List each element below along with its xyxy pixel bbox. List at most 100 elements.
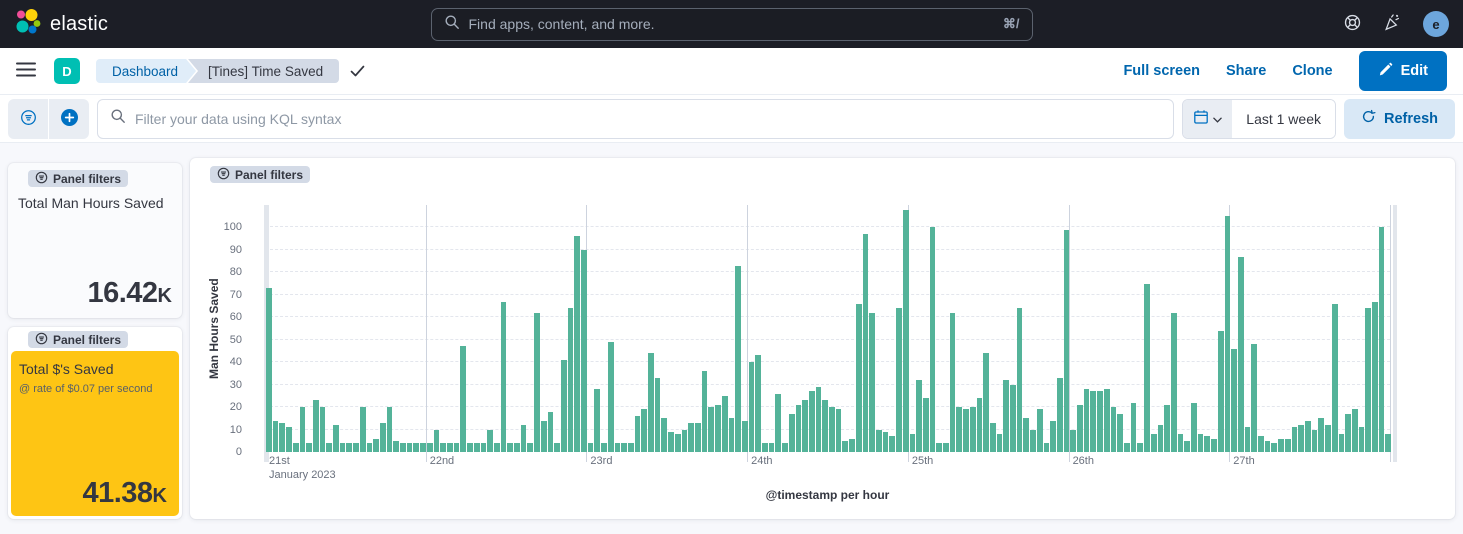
bar — [487, 430, 493, 452]
edit-button[interactable]: Edit — [1359, 51, 1447, 91]
refresh-button[interactable]: Refresh — [1344, 99, 1455, 139]
x-tick-label: 23rd — [586, 455, 612, 467]
bar — [568, 308, 574, 452]
bar — [373, 439, 379, 452]
bar — [796, 405, 802, 452]
news-feed-button[interactable] — [1383, 13, 1402, 35]
bar — [1265, 441, 1271, 452]
chart-plot[interactable] — [265, 205, 1390, 452]
bar — [722, 396, 728, 452]
metric-title: Total Man Hours Saved — [18, 195, 164, 211]
bar — [279, 423, 285, 452]
filter-circle-icon — [35, 171, 48, 187]
bar — [889, 436, 895, 452]
filter-controls-group — [8, 99, 89, 139]
y-tick-label: 40 — [202, 355, 242, 369]
x-tick-label: 24th — [747, 455, 772, 467]
bar — [1292, 427, 1298, 452]
x-tick: 27th — [1229, 455, 1254, 467]
bar — [836, 409, 842, 452]
metric-title: Total $'s Saved — [19, 361, 171, 377]
elastic-logo[interactable]: elastic — [14, 8, 108, 40]
metric-value: 16.42K — [87, 277, 172, 310]
bar — [708, 407, 714, 452]
search-icon — [444, 14, 460, 35]
bar — [293, 443, 299, 452]
bar — [1057, 378, 1063, 452]
add-filter-button[interactable] — [49, 99, 89, 139]
chart-bars — [266, 205, 1391, 452]
bar — [769, 443, 775, 452]
clone-button[interactable]: Clone — [1292, 63, 1332, 79]
bar — [936, 443, 942, 452]
bar — [849, 439, 855, 452]
bar — [1339, 434, 1345, 452]
y-tick-label: 20 — [202, 400, 242, 414]
bar — [702, 371, 708, 452]
bar — [809, 391, 815, 452]
bar — [1332, 304, 1338, 452]
bar — [1305, 421, 1311, 452]
bar — [561, 360, 567, 452]
bar — [1131, 403, 1137, 452]
metric-value-suffix: K — [158, 285, 172, 307]
query-bar: Last 1 week Refresh — [0, 95, 1463, 143]
global-search-box[interactable]: ⌘/ — [431, 8, 1033, 41]
bar — [367, 443, 373, 452]
bar — [1111, 407, 1117, 452]
help-button[interactable] — [1343, 13, 1362, 35]
x-tick-label: 27th — [1229, 455, 1254, 467]
bar — [514, 443, 520, 452]
bar — [1017, 308, 1023, 452]
bar — [454, 443, 460, 452]
y-tick-label: 30 — [202, 378, 242, 392]
filter-circle-icon — [217, 167, 230, 183]
filter-options-button[interactable] — [8, 99, 48, 139]
global-header: elastic ⌘/ — [0, 0, 1463, 48]
bar — [400, 443, 406, 452]
bar — [876, 430, 882, 452]
metric-background: Total $'s Saved @ rate of $0.07 per seco… — [11, 351, 179, 516]
share-button[interactable]: Share — [1226, 63, 1266, 79]
bar — [1211, 439, 1217, 452]
chevron-down-icon — [1213, 111, 1222, 126]
panel-filters-badge[interactable]: Panel filters — [28, 170, 128, 187]
y-tick-label: 80 — [202, 265, 242, 279]
bar — [273, 421, 279, 452]
bar — [554, 443, 560, 452]
breadcrumb-dashboard[interactable]: Dashboard — [96, 59, 196, 83]
date-picker-button[interactable] — [1183, 100, 1232, 138]
x-tick: 22nd — [426, 455, 454, 467]
panel-filters-badge[interactable]: Panel filters — [28, 331, 128, 348]
bar — [1359, 427, 1365, 452]
bar — [1164, 405, 1170, 452]
bar — [1184, 441, 1190, 452]
bar — [749, 362, 755, 452]
hamburger-icon — [16, 62, 36, 80]
bar — [507, 443, 513, 452]
logo-wordmark: elastic — [50, 13, 108, 36]
bar — [306, 443, 312, 452]
bar — [534, 313, 540, 452]
edit-button-label: Edit — [1401, 63, 1428, 79]
bar — [1050, 421, 1056, 452]
main-menu-button[interactable] — [16, 62, 36, 80]
time-range-value[interactable]: Last 1 week — [1232, 100, 1335, 138]
bar — [977, 398, 983, 452]
full-screen-button[interactable]: Full screen — [1123, 63, 1200, 79]
global-search-input[interactable] — [469, 16, 994, 32]
user-avatar[interactable]: e — [1423, 11, 1449, 37]
kql-filter-input[interactable] — [135, 111, 1161, 127]
bar — [474, 443, 480, 452]
y-tick-label: 50 — [202, 333, 242, 347]
space-avatar[interactable]: D — [54, 58, 80, 84]
bar — [621, 443, 627, 452]
bar — [802, 400, 808, 452]
bar — [1064, 230, 1070, 452]
panel-filters-badge[interactable]: Panel filters — [210, 166, 310, 183]
bar — [346, 443, 352, 452]
bar — [1090, 391, 1096, 452]
bar — [628, 443, 634, 452]
bar — [655, 378, 661, 452]
bar — [1191, 403, 1197, 452]
